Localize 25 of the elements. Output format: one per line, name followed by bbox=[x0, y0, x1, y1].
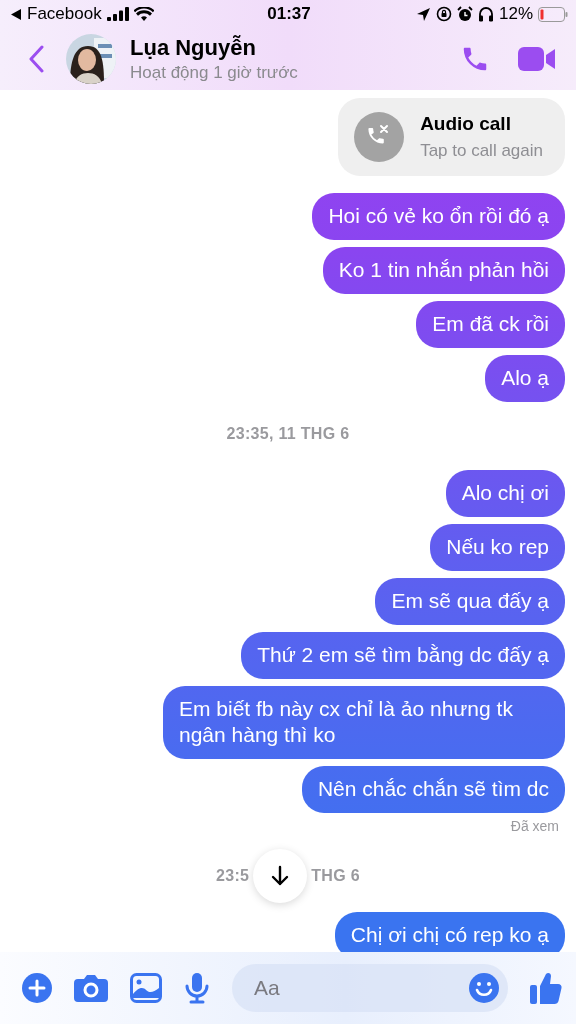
message-bubble[interactable]: Alo chị ơi bbox=[445, 470, 565, 517]
message-bubble[interactable]: Em sẽ qua đấy ạ bbox=[375, 578, 565, 625]
message-field[interactable]: Aa bbox=[232, 964, 508, 1012]
contact-name: Lụa Nguyễn bbox=[130, 35, 257, 61]
back-app-link[interactable]: Facebook bbox=[27, 4, 102, 24]
message-bubble[interactable]: Em biết fb này cx chỉ là ảo nhưng tk ngân hàng thì ko bbox=[163, 686, 565, 759]
message-field[interactable]: Aa bbox=[252, 975, 468, 1001]
message-bubble[interactable]: Nếu ko rep bbox=[430, 524, 565, 571]
message-bubble[interactable]: Thứ 2 em sẽ tìm bằng dc đấy ạ bbox=[241, 632, 565, 679]
timestamp: 23:35, 11 THG 6 bbox=[226, 425, 350, 443]
message-bubble[interactable]: Alo ạ bbox=[485, 355, 565, 402]
message-bubble[interactable]: Em đã ck rồi bbox=[416, 301, 565, 348]
battery-percent: 12% bbox=[499, 4, 533, 24]
call-subtitle: Tap to call again bbox=[420, 141, 543, 161]
call-title: Audio call bbox=[420, 113, 512, 135]
seen-receipt: Đã xem bbox=[510, 818, 559, 834]
call-card[interactable]: Audio call Tap to call again bbox=[338, 98, 565, 176]
message-bubble[interactable]: Chị ơi chị có rep ko ạ bbox=[334, 912, 565, 952]
timestamp: THG 6 bbox=[311, 867, 360, 885]
timestamp: 23:5 bbox=[216, 867, 250, 885]
message-bubble[interactable]: Nên chắc chắn sẽ tìm dc bbox=[301, 766, 565, 813]
clock-time: 01:37 bbox=[267, 4, 311, 24]
activity-status: Hoạt động 1 giờ trước bbox=[130, 63, 299, 83]
message-bubble[interactable]: Hoi có vẻ ko ổn rồi đó ạ bbox=[312, 193, 565, 240]
message-bubble[interactable]: Ko 1 tin nhắn phản hồi bbox=[322, 247, 565, 294]
